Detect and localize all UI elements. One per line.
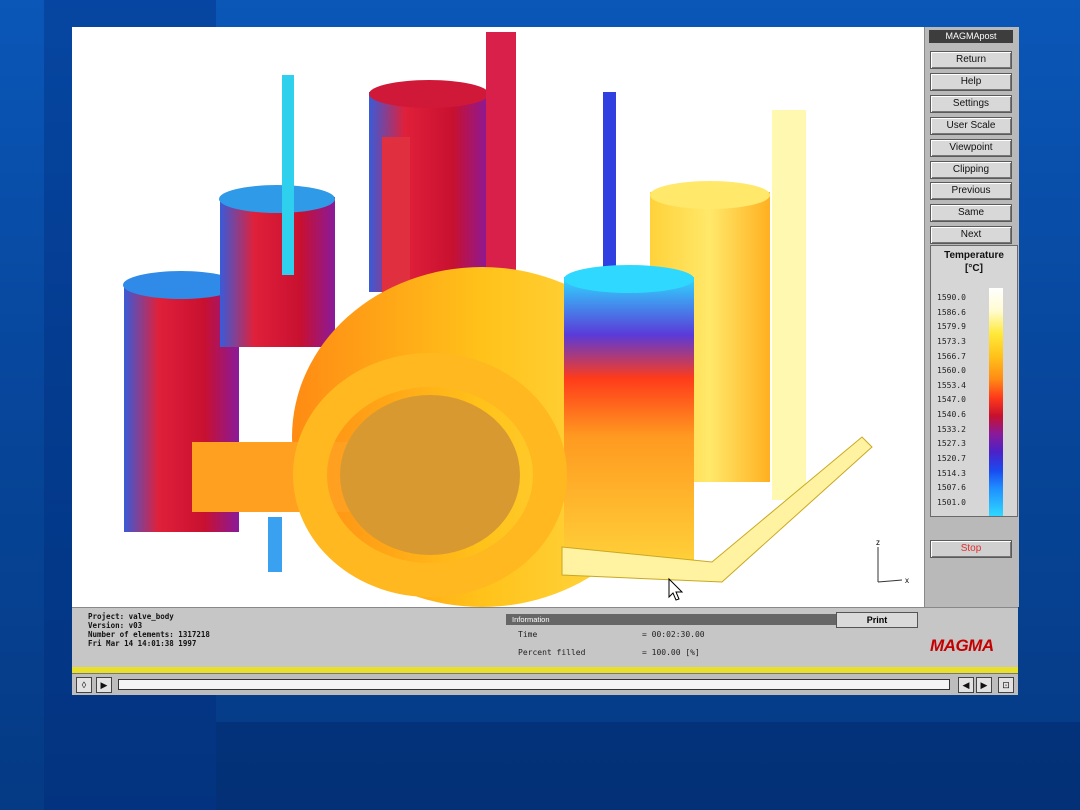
3d-viewport[interactable]: z x (72, 27, 924, 607)
play-icon[interactable]: ▶ (96, 677, 112, 693)
previous-button[interactable]: Previous (930, 182, 1012, 200)
legend-title: Temperature (944, 250, 1004, 261)
information-header: Information (506, 614, 842, 625)
project-line: Project: valve_body (88, 612, 174, 621)
control-panel: MAGMApost Return Help Settings User Scal… (924, 27, 1019, 607)
fill-label: Percent filled (518, 648, 586, 657)
legend-value: 1533.2 (937, 424, 966, 434)
user-scale-button[interactable]: User Scale (930, 117, 1012, 135)
legend-value: 1501.0 (937, 497, 966, 507)
resize-icon[interactable]: ⊡ (998, 677, 1014, 693)
time-value: = 00:02:30.00 (642, 630, 705, 639)
stop-button[interactable]: Stop (930, 540, 1012, 558)
color-scale-bar (989, 288, 1003, 516)
magma-logo: MAGMA (930, 636, 994, 655)
same-button[interactable]: Same (930, 204, 1012, 222)
playback-slider[interactable] (118, 679, 950, 690)
time-label: Time (518, 630, 538, 639)
legend-value: 1527.3 (937, 439, 966, 449)
clipping-button[interactable]: Clipping (930, 161, 1012, 179)
settings-button[interactable]: Settings (930, 95, 1012, 113)
volume-icon[interactable]: ◊ (76, 677, 92, 693)
axis-z-label: z (876, 538, 880, 547)
legend-value: 1520.7 (937, 454, 966, 464)
legend-value: 1566.7 (937, 351, 966, 361)
step-forward-icon[interactable]: ▶ (976, 677, 992, 693)
legend-value: 1514.3 (937, 468, 966, 478)
legend-unit: [°C] (965, 263, 983, 274)
playback-controls: ◊ ▶ ◀ ▶ ⊡ (72, 673, 1018, 695)
project-line: Fri Mar 14 14:01:38 1997 (88, 639, 197, 648)
return-button[interactable]: Return (930, 51, 1012, 69)
print-button[interactable]: Print (836, 612, 918, 628)
legend-value: 1579.9 (937, 322, 966, 332)
legend-value: 1547.0 (937, 395, 966, 405)
casting-render: z x (123, 32, 909, 607)
axis-x-label: x (905, 576, 909, 585)
legend-value: 1586.6 (937, 307, 966, 317)
project-line: Number of elements: 1317218 (88, 630, 210, 639)
legend-value: 1573.3 (937, 336, 966, 346)
mouse-cursor-icon (668, 577, 684, 601)
legend-value: 1553.4 (937, 380, 966, 390)
panel-title: MAGMApost (929, 30, 1013, 43)
step-back-icon[interactable]: ◀ (958, 677, 974, 693)
fill-value: = 100.00 [%] (642, 648, 700, 657)
help-button[interactable]: Help (930, 73, 1012, 91)
next-button[interactable]: Next (930, 226, 1012, 244)
legend-value: 1540.6 (937, 410, 966, 420)
legend-value: 1560.0 (937, 366, 966, 376)
project-line: Version: v03 (88, 621, 143, 630)
background-panel (216, 722, 1080, 810)
viewpoint-button[interactable]: Viewpoint (930, 139, 1012, 157)
legend-value: 1507.6 (937, 483, 966, 493)
legend-values: 1590.0 1586.6 1579.9 1573.3 1566.7 1560.… (937, 291, 966, 511)
info-bar: Project: valve_body Version: v03 Number … (72, 607, 1018, 668)
project-info: Project: valve_body Version: v03 Number … (88, 612, 210, 648)
temperature-legend: Temperature [°C] 1590.0 1586.6 1579.9 15… (930, 245, 1018, 517)
legend-value: 1590.0 (937, 293, 966, 302)
simulation-window: z x MAGMApost Return Help Settings User … (72, 27, 1019, 695)
